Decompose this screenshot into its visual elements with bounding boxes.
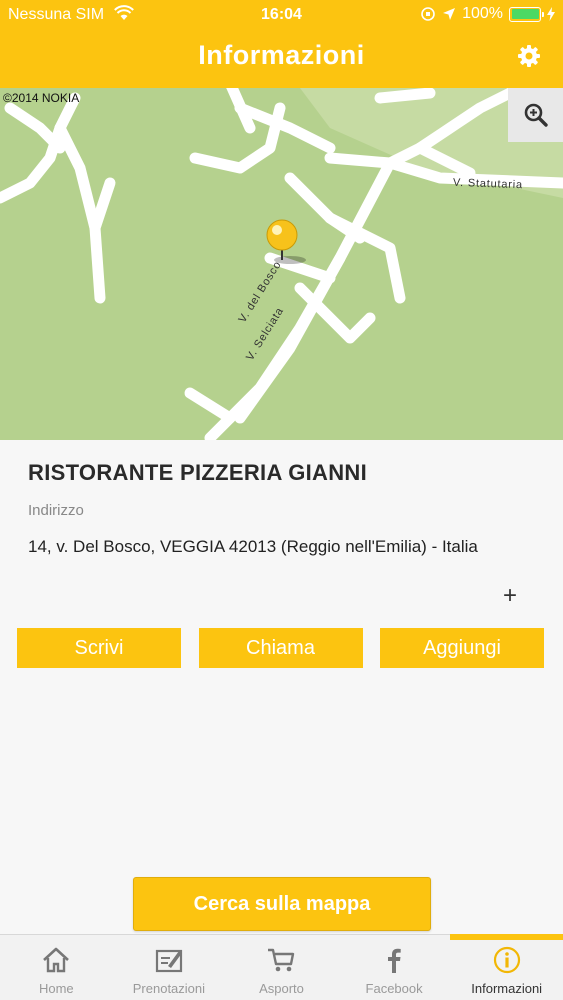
cart-icon xyxy=(268,948,295,972)
tab-asporto[interactable]: Asporto xyxy=(225,935,338,1000)
info-icon xyxy=(493,946,520,974)
tab-prenotazioni[interactable]: Prenotazioni xyxy=(113,935,226,1000)
address-text: 14, v. Del Bosco, VEGGIA 42013 (Reggio n… xyxy=(28,537,478,556)
add-contact-button[interactable]: Aggiungi xyxy=(380,628,544,668)
charging-icon xyxy=(547,7,555,21)
restaurant-name: RISTORANTE PIZZERIA GIANNI xyxy=(28,460,368,485)
status-right: 100% xyxy=(420,5,555,23)
zoom-button[interactable] xyxy=(508,88,563,142)
tab-label: Home xyxy=(38,981,74,996)
call-button[interactable]: Chiama xyxy=(198,628,363,668)
facebook-icon xyxy=(388,948,401,973)
tab-label: Facebook xyxy=(365,981,423,996)
orientation-lock-icon xyxy=(421,7,435,21)
map-view[interactable]: ©2014 NOKIA V. Statutaria V. del Bosco V… xyxy=(0,88,563,440)
tab-bar: Home Prenotazioni Asporto Facebook Infor… xyxy=(0,934,563,1000)
info-section: RISTORANTE PIZZERIA GIANNI Indirizzo 14,… xyxy=(0,440,563,934)
home-icon xyxy=(43,947,70,973)
action-buttons: Scrivi Chiama Aggiungi xyxy=(17,628,544,668)
street-label-statutaria: V. Statutaria xyxy=(452,176,524,192)
tab-informazioni[interactable]: Informazioni xyxy=(450,934,563,1000)
expand-button[interactable]: + xyxy=(503,582,517,610)
status-bar: Nessuna SIM 16:04 100% xyxy=(0,0,563,30)
booking-icon xyxy=(155,949,182,973)
search-map-button[interactable]: Cerca sulla mappa xyxy=(133,877,431,931)
tab-facebook[interactable]: Facebook xyxy=(338,935,451,1000)
top-bar: Nessuna SIM 16:04 100% Informazioni xyxy=(0,0,563,88)
tab-label: Prenotazioni xyxy=(132,981,206,996)
tab-home[interactable]: Home xyxy=(0,935,113,1000)
page-title: Informazioni xyxy=(198,40,365,70)
tab-label: Informazioni xyxy=(471,981,543,996)
location-arrow-icon xyxy=(443,8,456,20)
battery-percent: 100% xyxy=(462,5,503,22)
address-label: Indirizzo xyxy=(28,502,84,519)
tab-label: Asporto xyxy=(259,981,304,996)
map-pin-icon[interactable] xyxy=(260,218,310,268)
battery-icon xyxy=(509,6,544,22)
magnifier-plus-icon xyxy=(524,103,548,127)
write-button[interactable]: Scrivi xyxy=(17,628,181,668)
map-credit: ©2014 NOKIA xyxy=(3,91,80,105)
gear-icon[interactable] xyxy=(517,44,541,68)
